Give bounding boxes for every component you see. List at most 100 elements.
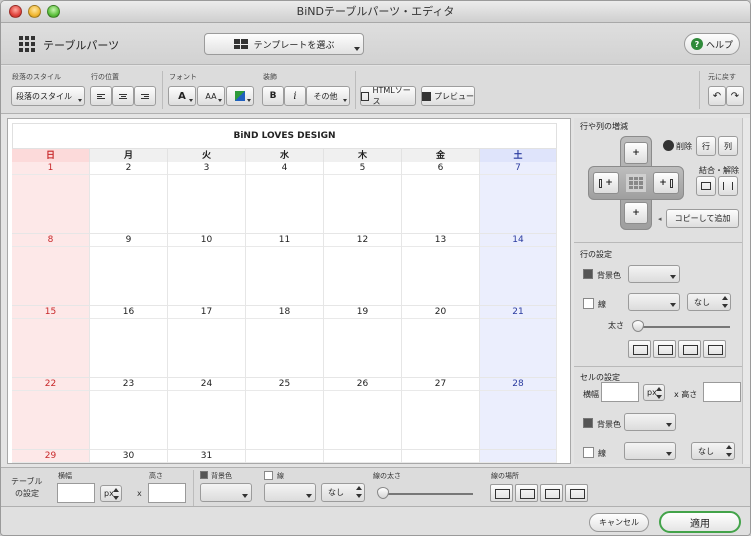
table-cell[interactable]: 26 xyxy=(324,378,402,450)
table-cell[interactable]: 18 xyxy=(246,306,324,378)
table-cell[interactable]: 2 xyxy=(90,162,168,234)
row-line-pos-top[interactable] xyxy=(653,340,676,358)
cancel-button[interactable]: キャンセル xyxy=(589,513,649,532)
apply-button[interactable]: 適用 xyxy=(659,511,741,533)
table-cell[interactable]: 15 xyxy=(12,306,90,378)
cell-width-input[interactable] xyxy=(601,382,639,402)
cell-bg-select[interactable] xyxy=(624,413,676,431)
html-source-button[interactable]: HTMLソース xyxy=(360,86,416,106)
header-cell[interactable]: 金 xyxy=(402,148,480,162)
table-line-pos-top[interactable] xyxy=(515,484,538,502)
add-col-left-button[interactable]: + xyxy=(593,172,619,194)
other-deco-button[interactable]: その他 xyxy=(306,86,350,106)
table-line-style-select[interactable] xyxy=(264,483,316,502)
calendar-table[interactable]: BiND LOVES DESIGN 日 月 火 水 木 金 土 12345678… xyxy=(12,123,557,463)
cell-line-style-select[interactable] xyxy=(624,442,676,460)
delete-col-button[interactable]: 列 xyxy=(718,136,738,156)
align-left-button[interactable] xyxy=(90,86,112,106)
table-cell[interactable]: 9 xyxy=(90,234,168,306)
header-cell[interactable]: 火 xyxy=(168,148,246,162)
table-cell[interactable]: 16 xyxy=(90,306,168,378)
table-line-pos-all[interactable] xyxy=(490,484,513,502)
header-cell[interactable]: 日 xyxy=(12,148,90,162)
split-cells-button[interactable] xyxy=(718,176,738,196)
table-cell[interactable] xyxy=(324,450,402,463)
preview-button[interactable]: プレビュー xyxy=(421,86,475,106)
table-cell[interactable]: 7 xyxy=(480,162,557,234)
minimize-window-button[interactable] xyxy=(28,5,41,18)
table-line-pos-sides[interactable] xyxy=(565,484,588,502)
table-bg-select[interactable] xyxy=(200,483,252,502)
table-width-input[interactable] xyxy=(57,483,95,503)
row-line-pos-bottom[interactable] xyxy=(678,340,701,358)
table-cell[interactable] xyxy=(402,450,480,463)
table-cell[interactable]: 4 xyxy=(246,162,324,234)
row-line-style-select[interactable] xyxy=(628,293,680,311)
table-cell[interactable]: 19 xyxy=(324,306,402,378)
table-unit-select[interactable]: px xyxy=(100,485,122,502)
header-cell[interactable]: 木 xyxy=(324,148,402,162)
table-cell[interactable]: 30 xyxy=(90,450,168,463)
table-cell[interactable]: 24 xyxy=(168,378,246,450)
table-cell[interactable]: 20 xyxy=(402,306,480,378)
cell-line-none-select[interactable]: なし xyxy=(691,442,735,460)
row-thickness-slider[interactable] xyxy=(632,320,644,332)
add-col-right-button[interactable]: + xyxy=(653,172,679,194)
table-cell[interactable]: 6 xyxy=(402,162,480,234)
italic-button[interactable]: i xyxy=(284,86,306,106)
table-cell[interactable]: 17 xyxy=(168,306,246,378)
header-cell[interactable]: 水 xyxy=(246,148,324,162)
table-height-input[interactable] xyxy=(148,483,186,503)
cell-line-checkbox[interactable] xyxy=(583,447,594,458)
copy-add-button[interactable]: コピーして追加 xyxy=(666,209,739,228)
cell-height-input[interactable] xyxy=(703,382,741,402)
table-cell[interactable]: 8 xyxy=(12,234,90,306)
cell-unit-select[interactable]: px xyxy=(643,384,665,401)
help-button[interactable]: ? ヘルプ xyxy=(684,33,740,55)
table-line-pos-bottom[interactable] xyxy=(540,484,563,502)
table-cell[interactable]: 5 xyxy=(324,162,402,234)
row-line-checkbox[interactable] xyxy=(583,298,594,309)
table-cell[interactable]: 22 xyxy=(12,378,90,450)
table-title-cell[interactable]: BiND LOVES DESIGN xyxy=(12,123,557,148)
table-cell[interactable]: 21 xyxy=(480,306,557,378)
table-cell[interactable]: 28 xyxy=(480,378,557,450)
table-line-width-track[interactable] xyxy=(383,493,473,495)
row-bg-select[interactable] xyxy=(628,265,680,283)
row-thickness-track[interactable] xyxy=(634,326,730,328)
table-cell[interactable] xyxy=(246,450,324,463)
para-style-select[interactable]: 段落のスタイル xyxy=(11,86,85,106)
table-line-none-select[interactable]: なし xyxy=(321,483,365,502)
table-cell[interactable]: 10 xyxy=(168,234,246,306)
table-cell[interactable] xyxy=(480,450,557,463)
redo-button[interactable]: ↷ xyxy=(726,86,744,106)
header-cell[interactable]: 月 xyxy=(90,148,168,162)
table-line-width-slider[interactable] xyxy=(377,487,389,499)
table-line-checkbox[interactable] xyxy=(264,471,273,480)
table-canvas[interactable]: BiND LOVES DESIGN 日 月 火 水 木 金 土 12345678… xyxy=(7,118,571,464)
merge-cells-button[interactable] xyxy=(696,176,716,196)
template-select-button[interactable]: テンプレートを選ぶ xyxy=(204,33,364,55)
table-cell[interactable]: 1 xyxy=(12,162,90,234)
font-color-button[interactable] xyxy=(226,86,254,106)
zoom-window-button[interactable] xyxy=(47,5,60,18)
table-cell[interactable]: 11 xyxy=(246,234,324,306)
table-cell[interactable]: 14 xyxy=(480,234,557,306)
table-cell[interactable]: 27 xyxy=(402,378,480,450)
table-cell[interactable]: 12 xyxy=(324,234,402,306)
delete-row-button[interactable]: 行 xyxy=(696,136,716,156)
bold-button[interactable]: B xyxy=(262,86,284,106)
row-line-pos-all[interactable] xyxy=(628,340,651,358)
header-cell[interactable]: 土 xyxy=(480,148,557,162)
table-cell[interactable]: 3 xyxy=(168,162,246,234)
row-line-none-select[interactable]: なし xyxy=(687,293,731,311)
align-right-button[interactable] xyxy=(134,86,156,106)
table-cell[interactable]: 13 xyxy=(402,234,480,306)
table-cell[interactable]: 29 xyxy=(12,450,90,463)
close-window-button[interactable] xyxy=(9,5,22,18)
table-cell[interactable]: 25 xyxy=(246,378,324,450)
right-panel-scrollbar[interactable] xyxy=(742,118,750,464)
undo-button[interactable]: ↶ xyxy=(708,86,726,106)
add-row-above-button[interactable]: + xyxy=(624,142,648,164)
font-size-button[interactable]: A xyxy=(168,86,196,106)
